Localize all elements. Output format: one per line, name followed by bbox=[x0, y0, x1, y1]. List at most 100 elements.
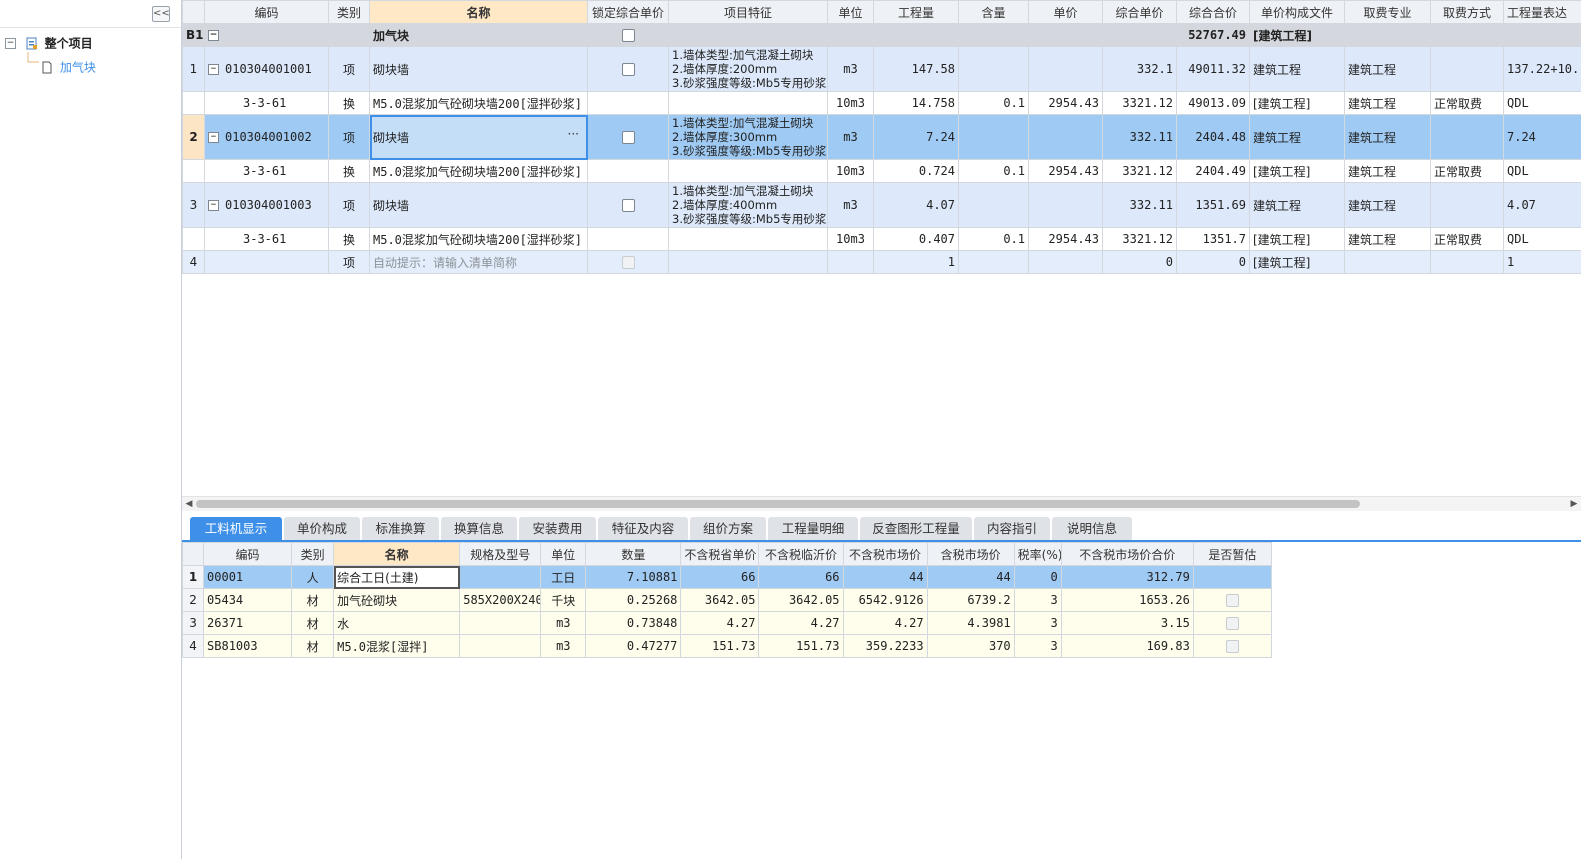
item-unit-price[interactable]: 332.1 bbox=[1102, 46, 1177, 92]
col-header-lock-price[interactable]: 锁定综合单价 bbox=[587, 0, 669, 24]
material-spec[interactable]: 585X200X240 bbox=[459, 588, 542, 612]
material-name[interactable]: M5.0混浆[湿拌] bbox=[333, 634, 461, 658]
col-header-fee-method[interactable]: 取费方式 bbox=[1430, 0, 1504, 24]
quota-fee-method[interactable]: 正常取费 bbox=[1430, 227, 1504, 251]
tab-description[interactable]: 说明信息 bbox=[1052, 517, 1132, 540]
col-header-unit[interactable]: 单位 bbox=[540, 542, 587, 566]
material-unit[interactable]: m3 bbox=[540, 634, 587, 658]
material-quantity[interactable]: 0.47277 bbox=[585, 634, 682, 658]
col-header-code[interactable]: 编码 bbox=[203, 542, 293, 566]
item-price-file[interactable]: 建筑工程 bbox=[1249, 46, 1345, 92]
item-total[interactable]: 2404.48 bbox=[1176, 114, 1250, 160]
tab-labor-material[interactable]: 工料机显示 bbox=[190, 517, 282, 540]
col-header-type[interactable]: 类别 bbox=[291, 542, 335, 566]
material-code[interactable]: 00001 bbox=[203, 565, 293, 589]
item-quantity[interactable]: 147.58 bbox=[873, 46, 959, 92]
material-quantity[interactable]: 7.10881 bbox=[585, 565, 682, 589]
quota-content[interactable]: 0.1 bbox=[958, 91, 1029, 115]
material-type[interactable]: 材 bbox=[291, 634, 335, 658]
quota-code[interactable]: 3-3-61 bbox=[204, 91, 329, 115]
new-item-qty-expr[interactable]: 1 bbox=[1503, 250, 1581, 274]
tab-installation-fee[interactable]: 安装费用 bbox=[519, 517, 596, 540]
quota-fee-method[interactable]: 正常取费 bbox=[1430, 91, 1504, 115]
material-row[interactable]: 2 05434 材 加气砼砌块 585X200X240 千块 0.25268 3… bbox=[181, 588, 1273, 612]
quota-total[interactable]: 2404.49 bbox=[1176, 159, 1250, 183]
quota-type[interactable]: 换 bbox=[328, 227, 370, 251]
material-row-selected[interactable]: 1 00001 人 综合工日(土建) 工日 7.10881 66 66 44 4… bbox=[181, 565, 1273, 589]
quota-price[interactable]: 2954.43 bbox=[1028, 159, 1103, 183]
material-code[interactable]: SB81003 bbox=[203, 634, 293, 658]
quota-quantity[interactable]: 0.407 bbox=[873, 227, 959, 251]
col-header-total[interactable]: 综合合价 bbox=[1176, 0, 1250, 24]
material-market-sum[interactable]: 3.15 bbox=[1060, 611, 1194, 635]
item-unit-price[interactable]: 332.11 bbox=[1102, 182, 1177, 228]
lock-checkbox[interactable] bbox=[621, 199, 635, 212]
material-market-price-tax[interactable]: 4.3981 bbox=[926, 611, 1015, 635]
material-type[interactable]: 材 bbox=[291, 611, 335, 635]
collapse-icon[interactable]: − bbox=[208, 132, 219, 143]
item-type[interactable]: 项 bbox=[328, 46, 370, 92]
col-header-tax-rate[interactable]: 税率(%) bbox=[1013, 542, 1062, 566]
item-fee-spec[interactable]: 建筑工程 bbox=[1344, 182, 1431, 228]
col-header-price-file[interactable]: 单价构成文件 bbox=[1249, 0, 1345, 24]
quota-price-file[interactable]: [建筑工程] bbox=[1249, 159, 1345, 183]
col-header-market-sum[interactable]: 不含税市场价合价 bbox=[1060, 542, 1194, 566]
item-price[interactable] bbox=[1028, 114, 1103, 160]
col-header-type[interactable]: 类别 bbox=[328, 0, 370, 24]
scroll-right-icon[interactable]: ▶ bbox=[1567, 497, 1581, 511]
item-quantity[interactable]: 7.24 bbox=[873, 114, 959, 160]
quota-fee-method[interactable]: 正常取费 bbox=[1430, 159, 1504, 183]
quota-code[interactable]: 3-3-61 bbox=[204, 159, 329, 183]
new-item-type[interactable]: 项 bbox=[328, 250, 370, 274]
new-item-row[interactable]: 4 项 自动提示：请输入清单简称 1 0 0 [建筑工程] 1 bbox=[182, 250, 1581, 274]
item-code-cell[interactable]: −010304001002 bbox=[204, 114, 329, 160]
col-header-province-price[interactable]: 不含税省单价 bbox=[680, 542, 760, 566]
col-header-code[interactable]: 编码 bbox=[204, 0, 329, 24]
tab-content-guide[interactable]: 内容指引 bbox=[974, 517, 1050, 540]
quota-fee-spec[interactable]: 建筑工程 bbox=[1344, 159, 1431, 183]
item-total[interactable]: 1351.69 bbox=[1176, 182, 1250, 228]
estimate-cell[interactable] bbox=[1192, 588, 1273, 612]
item-feature[interactable]: 1.墙体类型:加气混凝土砌块 2.墙体厚度:400mm 3.砂浆强度等级:Mb5… bbox=[668, 182, 828, 228]
item-total[interactable]: 49011.32 bbox=[1176, 46, 1250, 92]
tab-quantity-detail[interactable]: 工程量明细 bbox=[768, 517, 858, 540]
material-unit[interactable]: m3 bbox=[540, 611, 587, 635]
item-code-cell[interactable]: −010304001001 bbox=[204, 46, 329, 92]
material-unit[interactable]: 千块 bbox=[540, 588, 587, 612]
quota-unit[interactable]: 10m3 bbox=[827, 91, 874, 115]
material-market-price[interactable]: 359.2233 bbox=[842, 634, 928, 658]
col-header-quantity[interactable]: 数量 bbox=[585, 542, 682, 566]
tree-collapse-toggle[interactable]: − bbox=[5, 38, 16, 49]
lock-checkbox[interactable] bbox=[621, 29, 635, 42]
item-quantity[interactable]: 4.07 bbox=[873, 182, 959, 228]
new-item-price-file[interactable]: [建筑工程] bbox=[1249, 250, 1345, 274]
col-header-market-price-tax[interactable]: 含税市场价 bbox=[926, 542, 1015, 566]
material-tax-rate[interactable]: 3 bbox=[1013, 634, 1062, 658]
lock-checkbox-cell[interactable] bbox=[587, 182, 669, 228]
material-type[interactable]: 材 bbox=[291, 588, 335, 612]
quota-unit-price[interactable]: 3321.12 bbox=[1102, 91, 1177, 115]
material-market-price[interactable]: 4.27 bbox=[842, 611, 928, 635]
material-spec[interactable] bbox=[459, 565, 542, 589]
quota-unit-price[interactable]: 3321.12 bbox=[1102, 159, 1177, 183]
group-row[interactable]: B1 − 加气块 52767.49 [建筑工程] bbox=[182, 23, 1581, 47]
col-header-fee-spec[interactable]: 取费专业 bbox=[1344, 0, 1431, 24]
material-unit[interactable]: 工日 bbox=[540, 565, 587, 589]
material-linyi-price[interactable]: 66 bbox=[758, 565, 844, 589]
material-quantity[interactable]: 0.25268 bbox=[585, 588, 682, 612]
col-header-market-price[interactable]: 不含税市场价 bbox=[842, 542, 928, 566]
material-tax-rate[interactable]: 3 bbox=[1013, 611, 1062, 635]
col-header-feature[interactable]: 项目特征 bbox=[668, 0, 828, 24]
material-market-price[interactable]: 44 bbox=[842, 565, 928, 589]
tab-pricing-scheme[interactable]: 组价方案 bbox=[690, 517, 766, 540]
new-item-unit-price[interactable]: 0 bbox=[1102, 250, 1177, 274]
material-spec[interactable] bbox=[459, 611, 542, 635]
item-fee-method[interactable] bbox=[1430, 182, 1504, 228]
item-unit[interactable]: m3 bbox=[827, 46, 874, 92]
quota-row[interactable]: 3-3-61 换 M5.0混浆加气砼砌块墙200[湿拌砂浆] 10m3 14.7… bbox=[182, 91, 1581, 115]
material-type[interactable]: 人 bbox=[291, 565, 335, 589]
scrollbar-thumb[interactable] bbox=[196, 500, 1360, 508]
quota-name[interactable]: M5.0混浆加气砼砌块墙200[湿拌砂浆] bbox=[369, 227, 588, 251]
col-header-quantity[interactable]: 工程量 bbox=[873, 0, 959, 24]
material-row[interactable]: 3 26371 材 水 m3 0.73848 4.27 4.27 4.27 4.… bbox=[181, 611, 1273, 635]
